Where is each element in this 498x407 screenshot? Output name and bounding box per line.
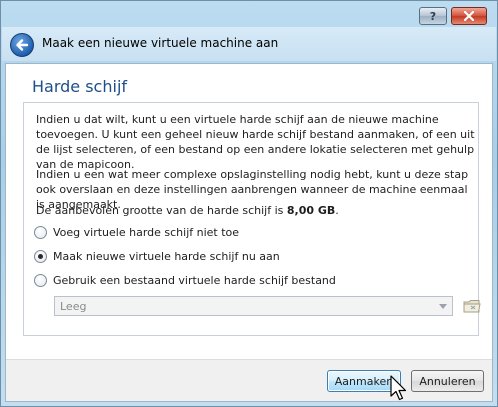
back-button[interactable] [10,33,34,57]
existing-disk-select[interactable]: Leeg [54,296,453,316]
close-button[interactable] [451,7,487,25]
create-button[interactable]: Aanmaken [327,370,401,392]
choose-disk-file-button[interactable] [462,296,482,316]
wizard-window: ? Maak een nieuwe virtuele machine aan H… [0,0,498,407]
recommended-size-value: 8,00 GB [286,204,336,217]
radio-create-disk[interactable] [34,250,47,263]
folder-icon [463,300,481,313]
recommended-size-text: De aanbevolen grootte van de harde schij… [36,203,476,218]
wizard-page: Harde schijf Indien u dat wilt, kunt u e… [5,63,493,402]
recommended-prefix: De aanbevolen grootte van de harde schij… [36,204,287,217]
wizard-header: Maak een nieuwe virtuele machine aan [2,27,496,61]
chevron-down-icon [439,304,447,309]
page-title: Harde schijf [32,77,128,96]
existing-disk-value: Leeg [60,299,87,313]
button-bar: Aanmaken Annuleren [6,360,492,401]
option-existing-disk-label: Gebruik een bestaand virtuele harde schi… [53,274,336,287]
recommended-suffix: . [335,204,339,217]
option-create-disk-label: Maak nieuwe virtuele harde schijf nu aan [53,250,280,263]
intro-paragraph: Indien u dat wilt, kunt u een virtuele h… [36,113,475,171]
option-existing-disk[interactable]: Gebruik een bestaand virtuele harde schi… [34,274,336,287]
option-no-disk-label: Voeg virtuele harde schijf niet toe [53,226,240,239]
title-bar-buttons: ? [419,7,487,25]
cancel-button[interactable]: Annuleren [411,370,484,392]
help-button[interactable]: ? [419,7,447,25]
option-create-disk[interactable]: Maak nieuwe virtuele harde schijf nu aan [34,250,280,263]
window-title: Maak een nieuwe virtuele machine aan [42,36,279,50]
radio-existing-disk[interactable] [34,274,47,287]
radio-no-disk[interactable] [34,226,47,239]
option-no-disk[interactable]: Voeg virtuele harde schijf niet toe [34,226,239,239]
close-icon [464,11,474,21]
back-arrow-icon [16,39,29,51]
